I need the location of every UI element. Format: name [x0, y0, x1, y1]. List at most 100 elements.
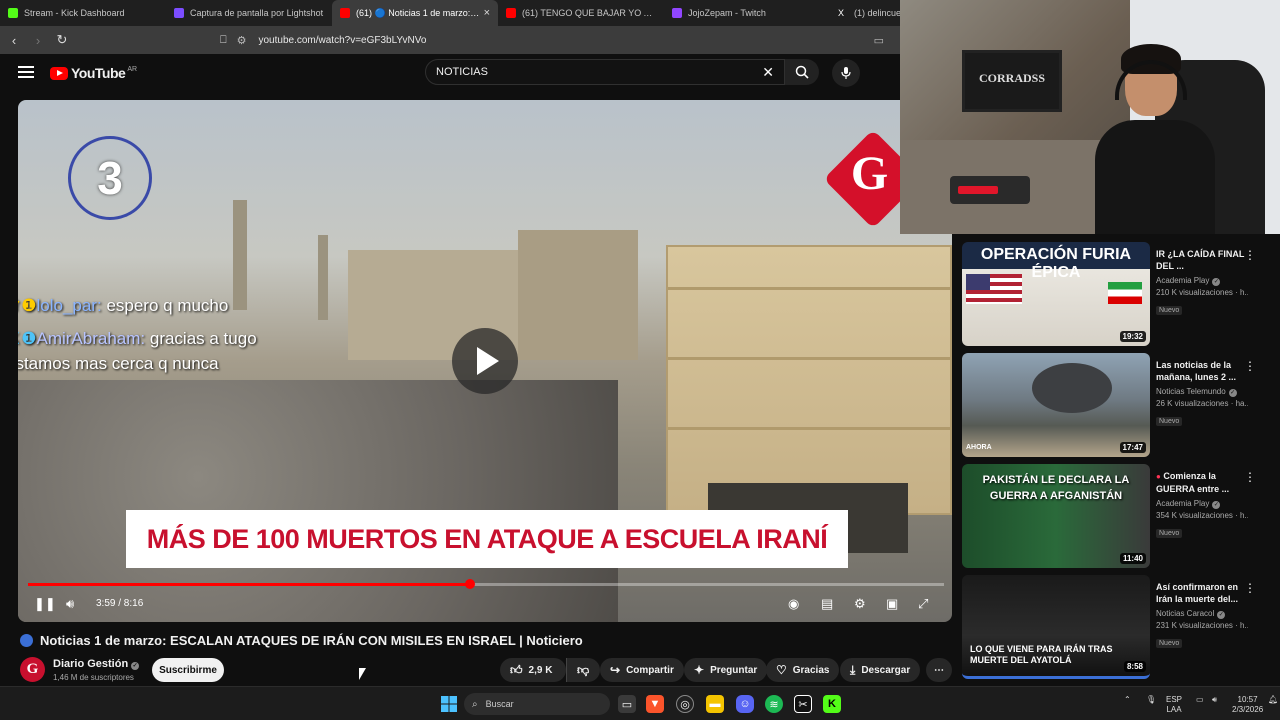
- us-flag-image: [966, 274, 1022, 304]
- fullscreen-icon[interactable]: ⤢: [918, 596, 928, 612]
- browser-tab[interactable]: Stream - Kick Dashboard: [0, 0, 166, 26]
- more-vertical-icon[interactable]: ⋮: [1244, 581, 1256, 595]
- browser-tab-active[interactable]: (61) 🔵 Noticias 1 de marzo: ESC ×: [332, 0, 498, 26]
- tray-chevron-icon[interactable]: ⌃: [1124, 695, 1131, 705]
- subscribe-button[interactable]: Suscribirme: [152, 658, 224, 682]
- tab-title: (61) TENGO QUE BAJAR YO A ARREG: [522, 8, 656, 18]
- video-thumbnail[interactable]: LO QUE VIENE PARA IRÁN TRAS MUERTE DEL A…: [962, 575, 1150, 679]
- thumbnail-text: PAKISTÁN LE DECLARA LA GUERRA A AFGANIST…: [982, 474, 1130, 502]
- browser-tab[interactable]: Captura de pantalla por Lightshot: [166, 0, 332, 26]
- play-overlay-button[interactable]: [452, 328, 518, 394]
- dislike-button[interactable]: 👎︎: [566, 658, 600, 682]
- recommended-video[interactable]: PAKISTÁN LE DECLARA LA GUERRA A AFGANIST…: [962, 464, 1272, 568]
- news-headline-banner: MÁS DE 100 MUERTOS EN ATAQUE A ESCUELA I…: [126, 510, 848, 568]
- search-button[interactable]: [785, 59, 819, 85]
- recommended-title[interactable]: Las noticias de la mañana, lunes 2 ...: [1156, 359, 1248, 383]
- kick-favicon-icon: [8, 8, 18, 18]
- browser-tab[interactable]: JojoZepam - Twitch: [664, 0, 830, 26]
- miniplayer-icon[interactable]: ▣: [886, 596, 898, 612]
- voice-search-button[interactable]: [832, 59, 860, 87]
- recommended-title[interactable]: IR ¿LA CAÍDA FINAL DEL ...: [1156, 248, 1248, 272]
- progress-bar[interactable]: [28, 579, 944, 589]
- clear-search-icon[interactable]: ✕: [762, 64, 774, 81]
- player-controls: ❚❚ 🔊︎ 3:59 / 8:16 ◉ ▤ ⚙ ▣ ⤢: [18, 590, 952, 620]
- bookmark-icon[interactable]: ⎕: [220, 34, 227, 47]
- verified-icon: ✓: [1228, 389, 1237, 397]
- duration-badge: 8:58: [1123, 661, 1146, 672]
- channel-row: G Diario Gestión ✓ 1,46 M de suscriptores…: [20, 656, 952, 686]
- twitch-favicon-icon: [672, 8, 682, 18]
- url-text: youtube.com/watch?v=eGF3bLYvNVo: [258, 34, 427, 46]
- recommended-video[interactable]: OPERACIÓN FURIA ÉPICA 19:32 IR ¿LA CAÍDA…: [962, 242, 1272, 346]
- speaker-icon[interactable]: 🔊︎: [1212, 695, 1217, 705]
- subscriber-count: 1,46 M de suscriptores: [53, 673, 134, 682]
- spotify-icon[interactable]: ≋: [765, 695, 783, 713]
- back-icon[interactable]: ‹: [4, 33, 24, 48]
- subtitles-icon[interactable]: ▤: [821, 596, 833, 612]
- clock[interactable]: 10:57 2/3/2026: [1232, 695, 1263, 715]
- tab-title: JojoZepam - Twitch: [688, 8, 766, 18]
- more-actions-button[interactable]: ⋯: [926, 658, 952, 682]
- windows-start-icon[interactable]: [440, 695, 458, 713]
- thanks-button[interactable]: ♡ Gracias: [766, 658, 840, 682]
- channel-name[interactable]: Diario Gestión ✓: [53, 658, 140, 670]
- brave-browser-icon[interactable]: ▼: [646, 695, 664, 713]
- close-tab-icon[interactable]: ×: [484, 7, 490, 19]
- recommended-title[interactable]: Así confirmaron en Irán la muerte del...: [1156, 581, 1248, 605]
- taskbar-search-input[interactable]: ⌕ Buscar: [464, 693, 610, 715]
- youtube-logo[interactable]: YouTube AR: [50, 65, 137, 81]
- file-explorer-icon[interactable]: ▬: [706, 695, 724, 713]
- capcut-icon[interactable]: ✂: [794, 695, 812, 713]
- smoke-image: [1032, 363, 1112, 413]
- recommended-video[interactable]: AHORA 17:47 Las noticias de la mañana, l…: [962, 353, 1272, 457]
- microphone-tray-icon[interactable]: 🎙︎: [1146, 695, 1156, 705]
- lightshot-favicon-icon: [174, 8, 184, 18]
- channel-avatar[interactable]: G: [20, 657, 45, 682]
- recommended-views: 231 K visualizaciones · h...: [1156, 621, 1248, 630]
- forward-icon[interactable]: ›: [28, 33, 48, 48]
- video-thumbnail[interactable]: OPERACIÓN FURIA ÉPICA 19:32: [962, 242, 1150, 346]
- video-player[interactable]: 3 G ♛❶lolo_par: espero q mucho ⚔❶AmirAbr…: [18, 100, 952, 622]
- download-button[interactable]: ⤓ Descargar: [840, 658, 921, 682]
- browser-tab[interactable]: (61) TENGO QUE BAJAR YO A ARREG: [498, 0, 664, 26]
- recommended-title[interactable]: ● Comienza la GUERRA entre ...: [1156, 470, 1248, 495]
- site-info-icon[interactable]: ⚙: [237, 34, 247, 47]
- discord-icon[interactable]: ☺: [736, 695, 754, 713]
- network-icon[interactable]: ▭: [1196, 695, 1204, 705]
- recommended-video-info: ● Comienza la GUERRA entre ... Academia …: [1156, 470, 1248, 540]
- language-indicator[interactable]: ESP LAA: [1166, 695, 1182, 715]
- recommended-views: 354 K visualizaciones · h...: [1156, 511, 1248, 520]
- pause-icon[interactable]: ❚❚: [34, 596, 56, 612]
- task-view-icon[interactable]: ▭: [618, 695, 636, 713]
- like-button[interactable]: 👍︎ 2,9 K: [500, 658, 566, 682]
- recommended-video[interactable]: LO QUE VIENE PARA IRÁN TRAS MUERTE DEL A…: [962, 575, 1272, 679]
- more-vertical-icon[interactable]: ⋮: [1244, 359, 1256, 373]
- stream-chat-overlay: ♛❶lolo_par: espero q mucho ⚔❶AmirAbraham…: [18, 293, 296, 376]
- volume-icon[interactable]: 🔊︎: [66, 596, 74, 612]
- ask-button[interactable]: ✦ Preguntar: [684, 658, 768, 682]
- cast-icon[interactable]: ▭: [874, 34, 884, 47]
- more-vertical-icon[interactable]: ⋮: [1244, 470, 1256, 484]
- blue-circle-icon: [20, 634, 33, 647]
- autoplay-toggle-icon[interactable]: ◉: [788, 596, 799, 612]
- settings-gear-icon[interactable]: ⚙: [854, 596, 866, 612]
- kick-icon[interactable]: K: [823, 695, 841, 713]
- mouse-cursor-icon: [359, 668, 366, 680]
- search-input[interactable]: NOTICIAS ✕: [425, 59, 785, 85]
- menu-icon[interactable]: [18, 66, 34, 78]
- duration-badge: 17:47: [1119, 442, 1146, 453]
- reload-icon[interactable]: ↻: [52, 32, 72, 48]
- sword-badge-icon: ⚔❶: [18, 329, 37, 348]
- search-icon: [795, 65, 809, 79]
- url-field[interactable]: ⎕ ⚙ youtube.com/watch?v=eGF3bLYvNVo ▭: [220, 30, 890, 50]
- video-thumbnail[interactable]: PAKISTÁN LE DECLARA LA GUERRA A AFGANIST…: [962, 464, 1150, 568]
- recommended-channel: Noticias Caracol ✓: [1156, 609, 1226, 619]
- more-vertical-icon[interactable]: ⋮: [1244, 248, 1256, 262]
- video-thumbnail[interactable]: AHORA 17:47: [962, 353, 1150, 457]
- notification-bell-icon[interactable]: 🔔︎: [1268, 695, 1278, 705]
- obs-icon[interactable]: ◎: [676, 695, 694, 713]
- share-button[interactable]: ↪ Compartir: [600, 658, 684, 682]
- recommended-video-info: IR ¿LA CAÍDA FINAL DEL ... Academia Play…: [1156, 248, 1248, 317]
- thanks-heart-icon: ♡: [776, 663, 787, 677]
- sparkle-icon: ✦: [694, 663, 705, 677]
